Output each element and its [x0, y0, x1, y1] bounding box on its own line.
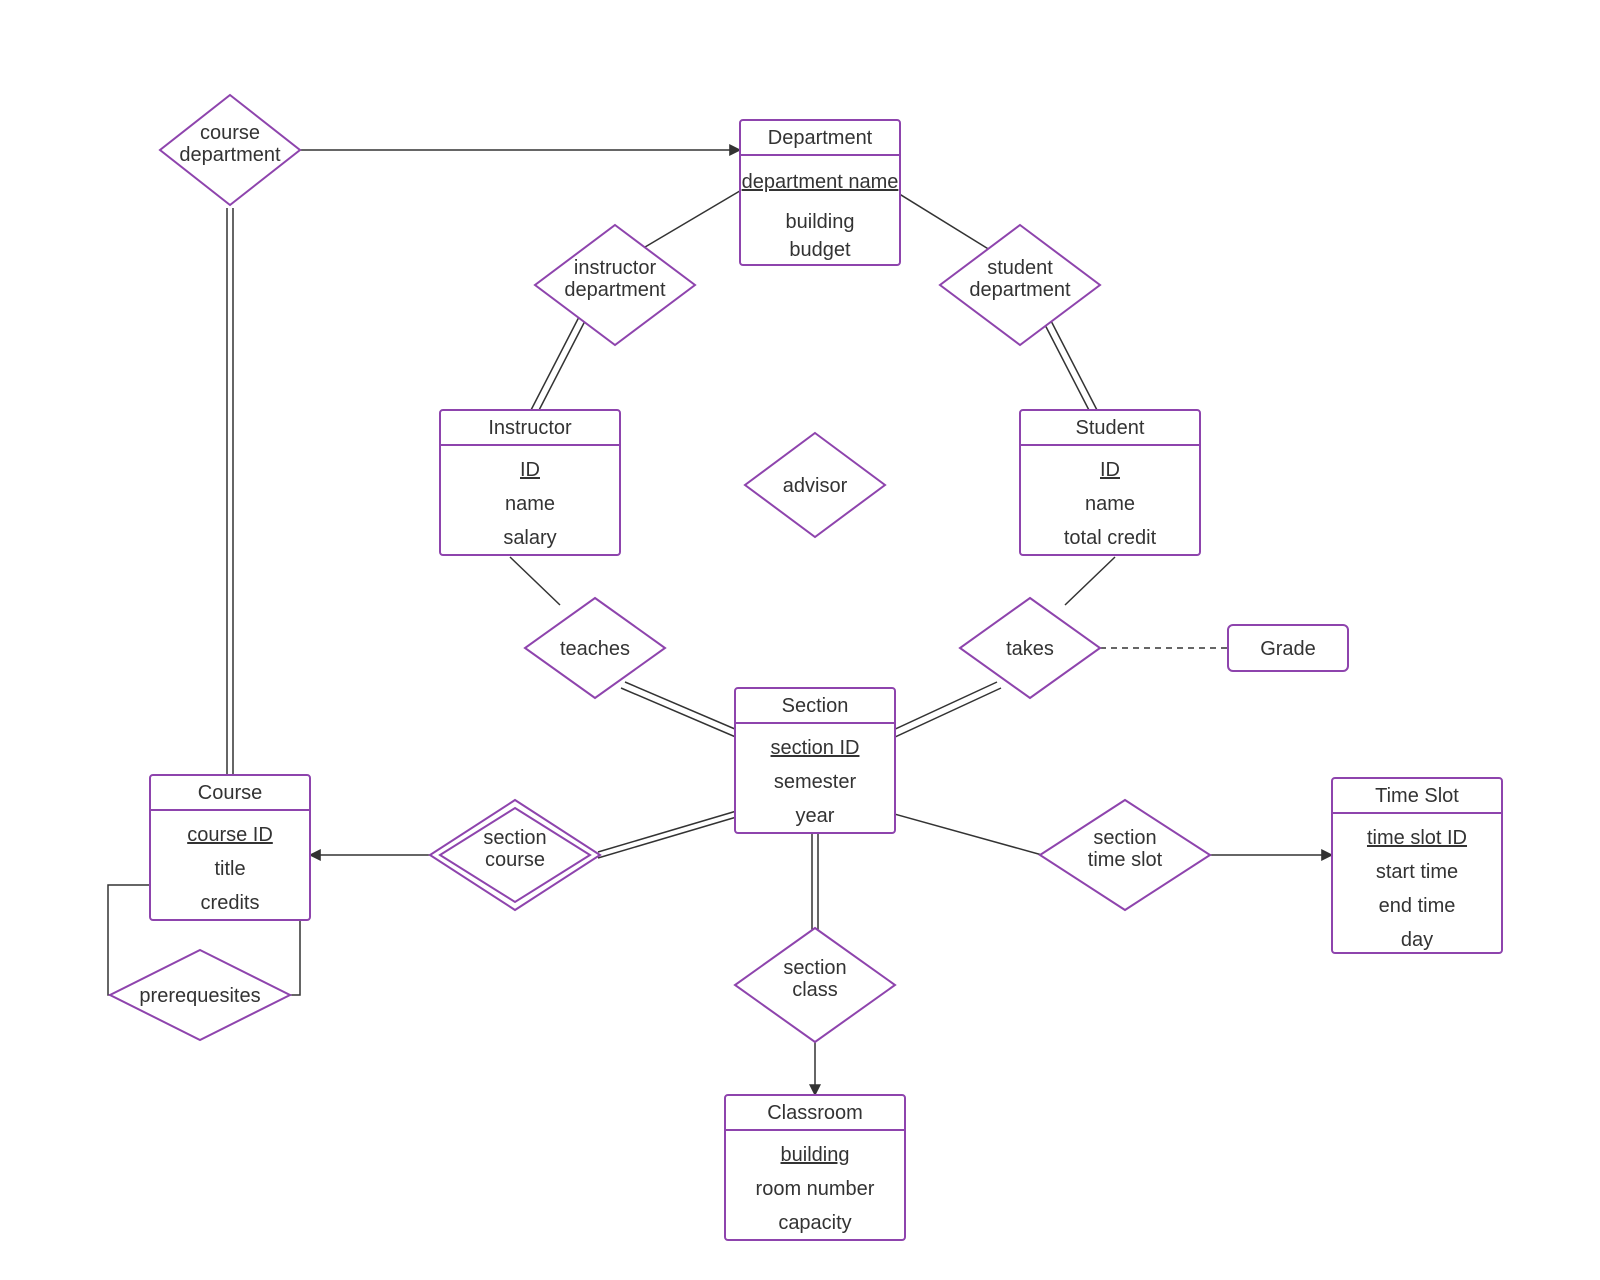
rel-instructor-department: instructordepartment: [535, 225, 695, 345]
entity-instructor-attr-0: ID: [520, 459, 540, 481]
rel-section-class-label: sectionclass: [783, 957, 846, 1001]
rel-takes-label: takes: [1006, 638, 1054, 660]
entity-section-title: Section: [782, 695, 849, 717]
rel-section-timeslot: sectiontime slot: [1040, 800, 1210, 910]
entity-section-attr-2: year: [796, 805, 835, 827]
entity-classroom: Classroom building room number capacity: [725, 1095, 905, 1240]
entity-instructor-attr-1: name: [505, 493, 555, 515]
entity-instructor: Instructor ID name salary: [440, 410, 620, 555]
entity-department-attr-0: department name: [742, 171, 899, 193]
entity-student-attr-1: name: [1085, 493, 1135, 515]
entity-timeslot-attr-3: day: [1401, 929, 1433, 951]
rel-instructor-department-label: instructordepartment: [564, 257, 666, 301]
rel-prerequisites: prerequesites: [110, 950, 290, 1040]
entity-student-attr-2: total credit: [1064, 527, 1157, 549]
entity-student: Student ID name total credit: [1020, 410, 1200, 555]
entity-section-attr-1: semester: [774, 771, 857, 793]
rel-takes: takes: [960, 598, 1100, 698]
entity-course-attr-1: title: [214, 858, 245, 880]
entity-instructor-attr-2: salary: [503, 527, 556, 549]
rel-advisor-label: advisor: [783, 475, 848, 497]
rel-section-course-label: sectioncourse: [483, 827, 546, 871]
entity-department-title: Department: [768, 127, 873, 149]
rel-section-class: sectionclass: [735, 928, 895, 1042]
entity-timeslot: Time Slot time slot ID start time end ti…: [1332, 778, 1502, 953]
entity-course-attr-0: course ID: [187, 824, 273, 846]
rel-course-department: coursedepartment: [160, 95, 300, 205]
entity-timeslot-attr-0: time slot ID: [1367, 827, 1467, 849]
er-diagram: Department department name building budg…: [0, 0, 1600, 1280]
entity-department-attr-1: building: [786, 211, 855, 233]
rel-student-department: studentdepartment: [940, 225, 1100, 345]
entity-classroom-attr-0: building: [781, 1144, 850, 1166]
entity-timeslot-title: Time Slot: [1375, 785, 1459, 807]
rel-section-course: sectioncourse: [430, 800, 600, 910]
rel-prerequisites-label: prerequesites: [139, 985, 260, 1007]
rel-section-timeslot-label: sectiontime slot: [1088, 827, 1163, 871]
entity-timeslot-attr-2: end time: [1379, 895, 1456, 917]
entity-course-attr-2: credits: [201, 892, 260, 914]
entity-section-attr-0: section ID: [771, 737, 860, 759]
entity-student-title: Student: [1076, 417, 1145, 439]
entity-grade-title: Grade: [1260, 638, 1316, 660]
rel-advisor: advisor: [745, 433, 885, 537]
entity-classroom-title: Classroom: [767, 1102, 863, 1124]
entity-instructor-title: Instructor: [488, 417, 572, 439]
entity-classroom-attr-2: capacity: [778, 1212, 851, 1234]
entity-student-attr-0: ID: [1100, 459, 1120, 481]
entity-grade: Grade: [1228, 625, 1348, 671]
entity-timeslot-attr-1: start time: [1376, 861, 1458, 883]
rel-teaches-label: teaches: [560, 638, 630, 660]
rel-teaches: teaches: [525, 598, 665, 698]
entity-course-title: Course: [198, 782, 262, 804]
entity-department: Department department name building budg…: [740, 120, 900, 265]
entity-classroom-attr-1: room number: [756, 1178, 875, 1200]
entity-section: Section section ID semester year: [735, 688, 895, 833]
entity-department-attr-2: budget: [789, 239, 851, 261]
entity-course: Course course ID title credits: [150, 775, 310, 920]
